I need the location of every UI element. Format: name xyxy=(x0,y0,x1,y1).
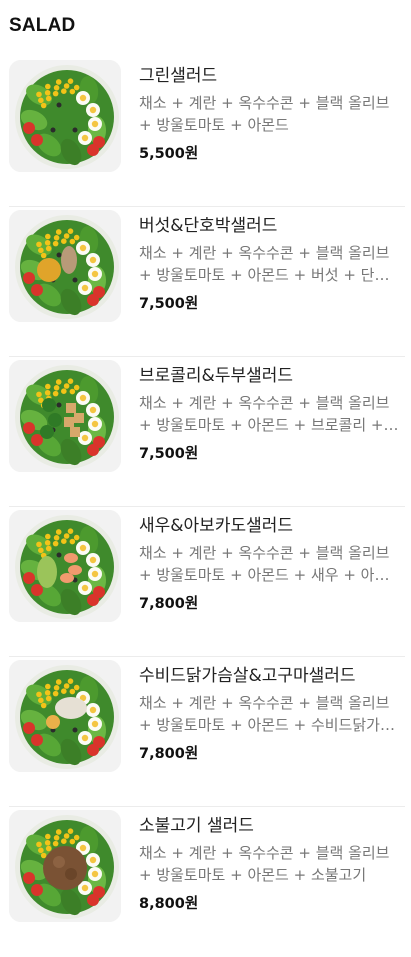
menu-item-info: 버섯&단호박샐러드 채소 + 계란 + 옥수수콘 + 블랙 올리브 + 방울토마… xyxy=(139,215,401,313)
menu-item-bulgogi-salad[interactable]: 소불고기 샐러드 채소 + 계란 + 옥수수콘 + 블랙 올리브 + 방울토마토… xyxy=(9,807,405,957)
shrimp-avocado-salad-image xyxy=(9,510,121,622)
section-title: SALAD xyxy=(9,15,76,36)
menu-item-info: 수비드닭가슴살&고구마샐러드 채소 + 계란 + 옥수수콘 + 블랙 올리브 +… xyxy=(139,665,401,763)
menu-item-price: 7,500원 xyxy=(139,446,199,462)
menu-list: 그린샐러드 채소 + 계란 + 옥수수콘 + 블랙 올리브 + 방울토마토 + … xyxy=(0,57,411,957)
menu-item-description: 채소 + 계란 + 옥수수콘 + 블랙 올리브 + 방울토마토 + 아몬드 + … xyxy=(139,544,390,584)
menu-item-name: 수비드닭가슴살&고구마샐러드 xyxy=(139,666,356,686)
menu-item-image[interactable] xyxy=(9,660,121,772)
menu-item-name: 그린샐러드 xyxy=(139,66,218,86)
menu-item-info: 소불고기 샐러드 채소 + 계란 + 옥수수콘 + 블랙 올리브 + 방울토마토… xyxy=(139,815,401,913)
menu-item-name: 새우&아보카도샐러드 xyxy=(139,516,294,536)
menu-item-broccoli-tofu-salad[interactable]: 브로콜리&두부샐러드 채소 + 계란 + 옥수수콘 + 블랙 올리브 + 방울토… xyxy=(9,357,405,507)
menu-item-image[interactable] xyxy=(9,810,121,922)
menu-item-image[interactable] xyxy=(9,60,121,172)
menu-item-image[interactable] xyxy=(9,360,121,472)
menu-item-description: 채소 + 계란 + 옥수수콘 + 블랙 올리브 + 방울토마토 + 아몬드 + … xyxy=(139,394,390,434)
menu-item-name: 버섯&단호박샐러드 xyxy=(139,216,278,236)
menu-item-price: 7,800원 xyxy=(139,596,199,612)
bulgogi-salad-image xyxy=(9,810,121,922)
menu-item-price: 8,800원 xyxy=(139,896,199,912)
menu-item-description: 채소 + 계란 + 옥수수콘 + 블랙 올리브 + 방울토마토 + 아몬드 + … xyxy=(139,844,390,884)
menu-item-info: 그린샐러드 채소 + 계란 + 옥수수콘 + 블랙 올리브 + 방울토마토 + … xyxy=(139,65,401,163)
menu-item-description: 채소 + 계란 + 옥수수콘 + 블랙 올리브 + 방울토마토 + 아몬드 xyxy=(139,94,390,134)
menu-item-price: 7,500원 xyxy=(139,296,199,312)
menu-item-mushroom-pumpkin-salad[interactable]: 버섯&단호박샐러드 채소 + 계란 + 옥수수콘 + 블랙 올리브 + 방울토마… xyxy=(9,207,405,357)
menu-item-price: 7,800원 xyxy=(139,746,199,762)
green-salad-image xyxy=(9,60,121,172)
menu-item-chicken-sweetpotato-salad[interactable]: 수비드닭가슴살&고구마샐러드 채소 + 계란 + 옥수수콘 + 블랙 올리브 +… xyxy=(9,657,405,807)
menu-item-shrimp-avocado-salad[interactable]: 새우&아보카도샐러드 채소 + 계란 + 옥수수콘 + 블랙 올리브 + 방울토… xyxy=(9,507,405,657)
menu-item-name: 소불고기 샐러드 xyxy=(139,816,254,836)
menu-item-green-salad[interactable]: 그린샐러드 채소 + 계란 + 옥수수콘 + 블랙 올리브 + 방울토마토 + … xyxy=(9,57,405,207)
broccoli-tofu-salad-image xyxy=(9,360,121,472)
menu-item-image[interactable] xyxy=(9,510,121,622)
mushroom-pumpkin-salad-image xyxy=(9,210,121,322)
chicken-sweetpotato-salad-image xyxy=(9,660,121,772)
menu-item-image[interactable] xyxy=(9,210,121,322)
menu-item-info: 브로콜리&두부샐러드 채소 + 계란 + 옥수수콘 + 블랙 올리브 + 방울토… xyxy=(139,365,401,463)
menu-item-description: 채소 + 계란 + 옥수수콘 + 블랙 올리브 + 방울토마토 + 아몬드 + … xyxy=(139,244,390,284)
menu-item-description: 채소 + 계란 + 옥수수콘 + 블랙 올리브 + 방울토마토 + 아몬드 + … xyxy=(139,694,394,734)
menu-item-price: 5,500원 xyxy=(139,146,199,162)
menu-item-info: 새우&아보카도샐러드 채소 + 계란 + 옥수수콘 + 블랙 올리브 + 방울토… xyxy=(139,515,401,613)
menu-item-name: 브로콜리&두부샐러드 xyxy=(139,366,294,386)
